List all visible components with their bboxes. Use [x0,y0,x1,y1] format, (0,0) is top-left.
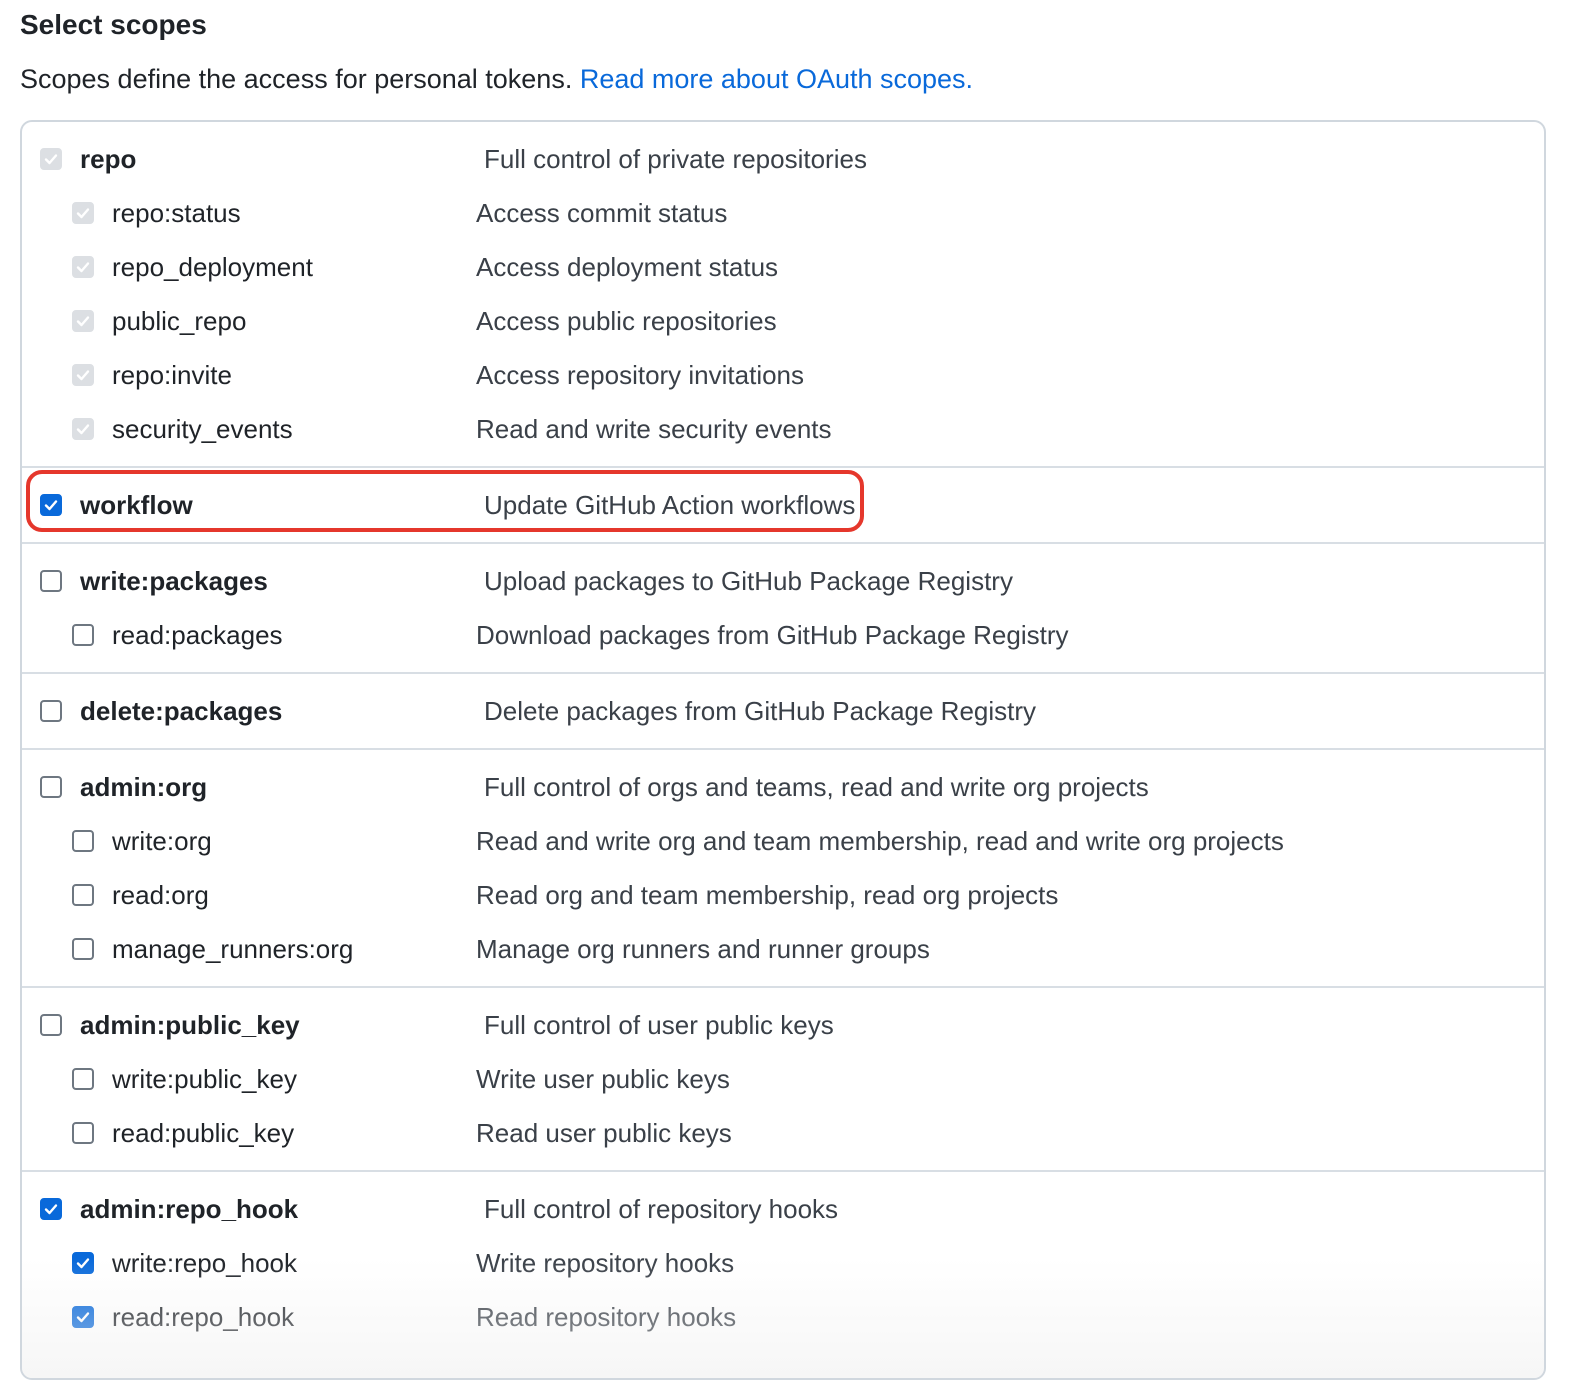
scope-description: Download packages from GitHub Package Re… [476,620,1069,650]
scope-description: Read and write org and team membership, … [476,826,1284,856]
scope-description: Full control of user public keys [484,1010,834,1040]
scope-name: read:public_key [112,1118,295,1148]
scope-description: Read org and team membership, read org p… [476,880,1059,910]
scope-row-child[interactable]: security_events Read and write security e… [22,402,1544,456]
scope-name: read:org [112,880,209,910]
scope-description: Delete packages from GitHub Package Regi… [484,696,1037,726]
scope-checkbox[interactable] [72,884,94,906]
scope-group: write:packages Upload packages to GitHub … [22,542,1544,672]
scope-name: repo_deployment [112,252,313,282]
scope-description: Write repository hooks [476,1248,735,1278]
scope-row-parent[interactable]: delete:packages Delete packages from GitH… [22,684,1544,738]
scope-checkbox[interactable] [40,1198,62,1220]
scope-group: admin:repo_hook Full control of repositor… [22,1170,1544,1354]
scope-description: Update GitHub Action workflows [484,490,856,520]
scope-description: Full control of private repositories [484,144,867,174]
intro-text: Scopes define the access for personal to… [20,64,580,94]
scope-row-parent[interactable]: admin:public_key Full control of user pub… [22,998,1544,1052]
scope-checkbox[interactable] [72,938,94,960]
scope-checkbox [72,364,94,386]
scope-group: delete:packages Delete packages from GitH… [22,672,1544,748]
scope-row-child[interactable]: repo_deployment Access deployment status [22,240,1544,294]
scope-checkbox[interactable] [72,624,94,646]
scope-group: admin:org Full control of orgs and teams,… [22,748,1544,986]
scope-row-parent[interactable]: admin:org Full control of orgs and teams,… [22,760,1544,814]
scope-checkbox[interactable] [72,1068,94,1090]
scope-row-child[interactable]: repo:invite Access repository invitations [22,348,1544,402]
scope-row-child[interactable]: read:org Read org and team membership, re… [22,868,1544,922]
scope-row-child[interactable]: read:repo_hook Read repository hooks [22,1290,1544,1344]
scope-checkbox[interactable] [40,570,62,592]
scope-name: read:repo_hook [112,1302,295,1332]
scope-description: Read and write security events [476,414,832,444]
scope-checkbox[interactable] [72,830,94,852]
scope-name: write:org [112,826,212,856]
scope-checkbox[interactable] [40,776,62,798]
scope-description: Upload packages to GitHub Package Regist… [484,566,1013,596]
scope-row-parent[interactable]: write:packages Upload packages to GitHub … [22,554,1544,608]
scope-description: Write user public keys [476,1064,730,1094]
scope-row-parent[interactable]: repo Full control of private repositories [22,132,1544,186]
scope-checkbox[interactable] [72,1306,94,1328]
scope-name: repo [80,144,137,174]
scope-group: admin:public_key Full control of user pub… [22,986,1544,1170]
scope-name: workflow [80,490,193,520]
scope-group: repo Full control of private repositories… [22,122,1544,466]
scope-name: manage_runners:org [112,934,354,964]
page-heading: Select scopes [20,9,207,40]
scope-checkbox [72,418,94,440]
scope-row-child[interactable]: public_repo Access public repositories [22,294,1544,348]
scope-description: Access repository invitations [476,360,805,390]
scope-checkbox [72,310,94,332]
scope-checkbox[interactable] [72,1252,94,1274]
scope-checkbox [72,202,94,224]
scope-row-child[interactable]: write:org Read and write org and team mem… [22,814,1544,868]
scope-name: public_repo [112,306,247,336]
scope-name: delete:packages [80,696,283,726]
scope-name: write:packages [80,566,268,596]
scope-description: Full control of repository hooks [484,1194,839,1224]
scope-name: read:packages [112,620,283,650]
scope-checkbox[interactable] [72,1122,94,1144]
scope-name: admin:repo_hook [80,1194,299,1224]
scope-description: Read repository hooks [476,1302,737,1332]
oauth-scopes-link[interactable]: Read more about OAuth scopes. [580,64,973,94]
scope-row-child[interactable]: write:public_key Write user public keys [22,1052,1544,1106]
scope-row-child[interactable]: repo:status Access commit status [22,186,1544,240]
scope-checkbox[interactable] [40,494,62,516]
scope-name: repo:invite [112,360,232,390]
scope-row-child[interactable]: write:repo_hook Write repository hooks [22,1236,1544,1290]
scope-description: Access commit status [476,198,728,228]
scope-name: security_events [112,414,293,444]
scope-name: admin:public_key [80,1010,300,1040]
scope-row-child[interactable]: manage_runners:org Manage org runners and… [22,922,1544,976]
scope-checkbox[interactable] [40,700,62,722]
scope-description: Read user public keys [476,1118,732,1148]
scope-checkbox [40,148,62,170]
scope-description: Manage org runners and runner groups [476,934,930,964]
scope-name: admin:org [80,772,208,802]
scope-row-child[interactable]: read:public_key Read user public keys [22,1106,1544,1160]
scope-description: Access public repositories [476,306,777,336]
scopes-panel: repo Full control of private repositories… [20,120,1546,1380]
scope-checkbox [72,256,94,278]
scope-description: Full control of orgs and teams, read and… [484,772,1149,802]
scope-name: write:repo_hook [112,1248,297,1278]
scopes-intro: Scopes define the access for personal to… [20,58,973,100]
scope-group: workflow Update GitHub Action workflows [22,466,1544,542]
scope-name: write:public_key [112,1064,297,1094]
scope-name: repo:status [112,198,241,228]
scope-row-child[interactable]: read:packages Download packages from GitH… [22,608,1544,662]
scope-row-parent[interactable]: workflow Update GitHub Action workflows [22,478,1544,532]
scope-description: Access deployment status [476,252,779,282]
scope-row-parent[interactable]: admin:repo_hook Full control of repositor… [22,1182,1544,1236]
scope-checkbox[interactable] [40,1014,62,1036]
